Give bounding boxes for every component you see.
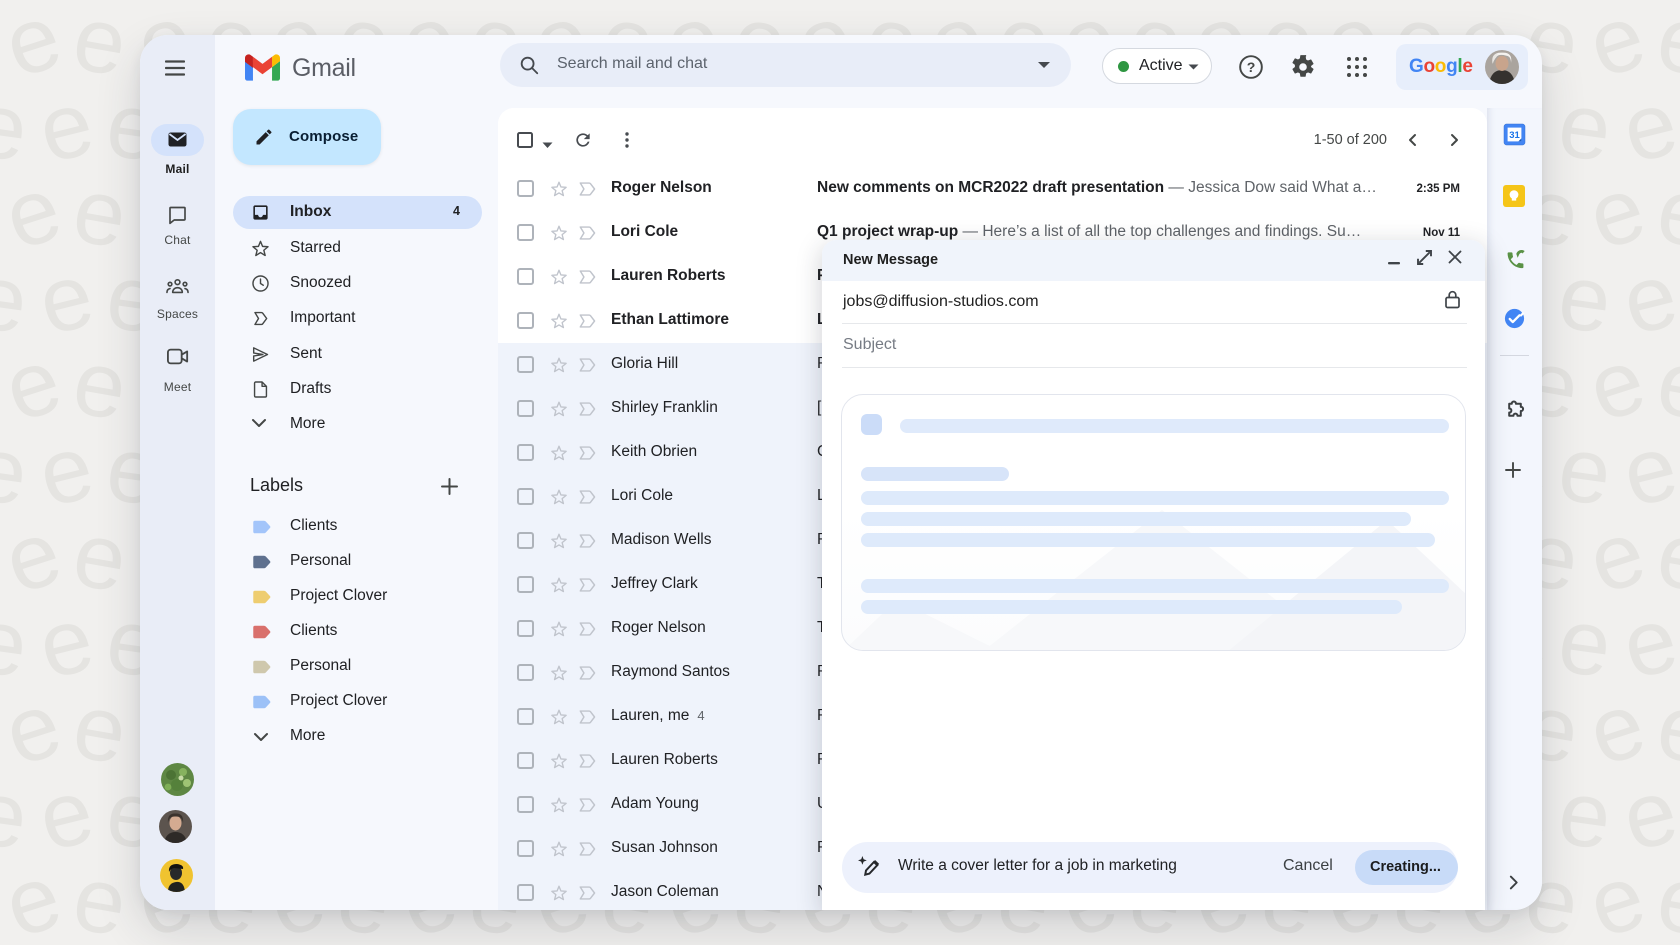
svg-text:?: ? — [1247, 59, 1256, 75]
svg-text:31: 31 — [1509, 130, 1520, 141]
